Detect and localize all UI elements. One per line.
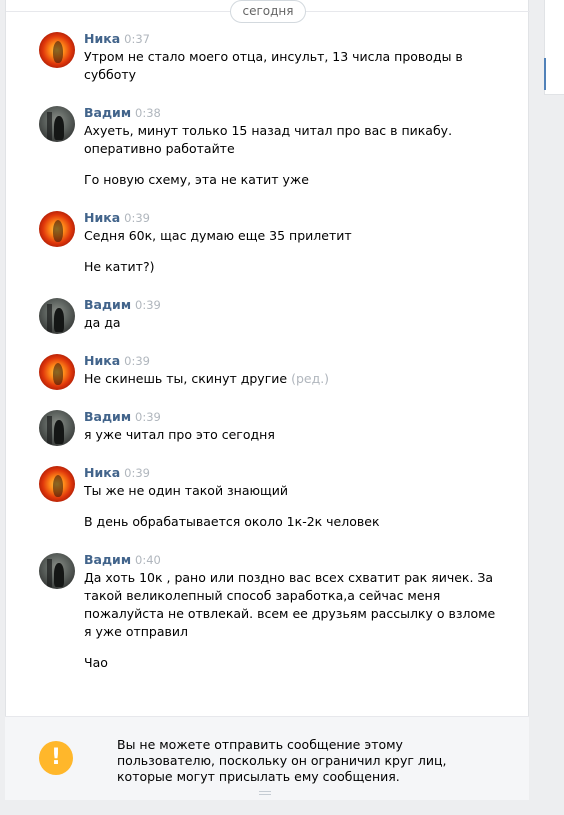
message-header: Ника 0:39 [84,353,150,369]
author-name[interactable]: Ника [84,353,120,368]
message-body: да да [84,314,459,332]
message-text: оперативно работайте [84,141,235,156]
message-header: Ника 0:39 [84,465,150,481]
message-text: Да хоть 10к , рано или поздно вас всех с… [84,570,494,585]
avatar[interactable] [39,354,75,390]
message-text: Ты же не один такой знающий [84,483,289,498]
message-time[interactable]: 0:39 [124,466,150,480]
author-name[interactable]: Вадим [84,552,131,567]
message-header: Вадим 0:39 [84,409,161,425]
message-time[interactable]: 0:39 [135,410,161,424]
message-text: я уже отправил [84,624,188,639]
side-panel-active-marker [544,58,546,90]
avatar[interactable] [39,466,75,502]
message-body: Ты же не один такой знающий В день обраб… [84,482,459,531]
avatar[interactable] [39,211,75,247]
avatar[interactable] [39,298,75,334]
message-time[interactable]: 0:40 [135,553,161,567]
message-body: Да хоть 10к , рано или поздно вас всех с… [84,569,496,672]
message-body: Утром не стало моего отца, инсульт, 13 ч… [84,48,463,84]
author-name[interactable]: Вадим [84,409,131,424]
message-text: Седня 60к, щас думаю еще 35 прилетит [84,228,352,243]
message-text: да да [84,315,121,330]
message-text-row: Не скинешь ты, скинут другие (ред.) [84,370,459,388]
chat-panel: сегодня Ника 0:37 Утром не стало моего от… [5,0,530,800]
message-header: Вадим 0:38 [84,105,161,121]
date-pill: сегодня [230,0,306,23]
message-text: Чао [84,655,108,670]
author-name[interactable]: Ника [84,31,120,46]
avatar[interactable] [39,106,75,142]
message-time[interactable]: 0:38 [135,106,161,120]
author-name[interactable]: Вадим [84,105,131,120]
avatar[interactable] [39,32,75,68]
exclamation-icon: ! [39,741,73,775]
message-time[interactable]: 0:39 [135,298,161,312]
resize-handle[interactable] [259,791,271,795]
message-time[interactable]: 0:37 [124,32,150,46]
message-text: такой великолепный способ заработка,а се… [84,588,441,603]
message-time[interactable]: 0:39 [124,211,150,225]
author-name[interactable]: Вадим [84,297,131,312]
message-header: Ника 0:39 [84,210,150,226]
notice-text: Вы не можете отправить сообщение этому п… [117,737,447,784]
message-header: Вадим 0:39 [84,297,161,313]
write-restriction-notice: ! Вы не можете отправить сообщение этому… [5,716,529,800]
message-body: Ахуеть, минут только 15 назад читал про … [84,122,459,189]
avatar[interactable] [39,410,75,446]
message-header: Вадим 0:40 [84,552,161,568]
message-text: субботу [84,67,137,82]
edited-mark[interactable]: (ред.) [291,371,329,386]
message-body: Не скинешь ты, скинут другие (ред.) [84,370,459,388]
message-time[interactable]: 0:39 [124,354,150,368]
message-body: Седня 60к, щас думаю еще 35 прилетит Не … [84,227,459,276]
avatar[interactable] [39,553,75,589]
message-text: пожалуйста не отвлекай. всем ее друзьям … [84,606,496,621]
message-body: я уже читал про это сегодня [84,426,459,444]
date-divider: сегодня [6,0,530,24]
message-text: Ахуеть, минут только 15 назад читал про … [84,123,453,138]
message-text: Го новую схему, эта не катит уже [84,172,309,187]
author-name[interactable]: Ника [84,210,120,225]
message-text: я уже читал про это сегодня [84,427,275,442]
side-panel [544,0,564,95]
message-text: Не катит?) [84,259,155,274]
message-text: Не скинешь ты, скинут другие [84,371,288,386]
message-text: В день обрабатывается около 1к-2к челове… [84,514,380,529]
author-name[interactable]: Ника [84,465,120,480]
message-header: Ника 0:37 [84,31,150,47]
message-text: Утром не стало моего отца, инсульт, 13 ч… [84,49,463,64]
